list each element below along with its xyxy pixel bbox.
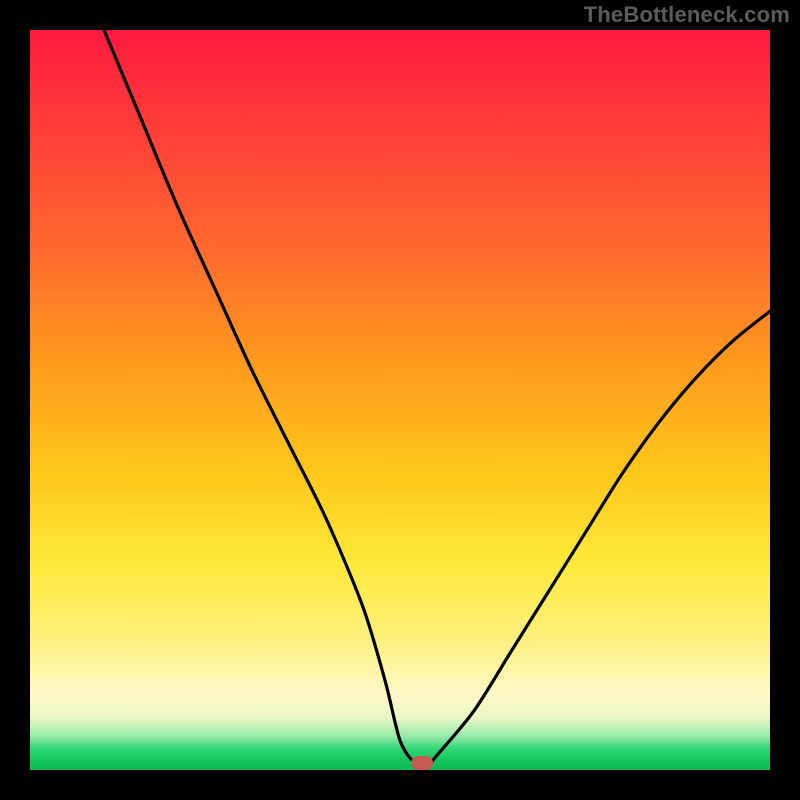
plot-area bbox=[30, 30, 770, 770]
bottleneck-curve bbox=[30, 30, 770, 770]
chart-frame: TheBottleneck.com bbox=[0, 0, 800, 800]
watermark-text: TheBottleneck.com bbox=[584, 2, 790, 28]
optimum-marker bbox=[411, 756, 433, 770]
